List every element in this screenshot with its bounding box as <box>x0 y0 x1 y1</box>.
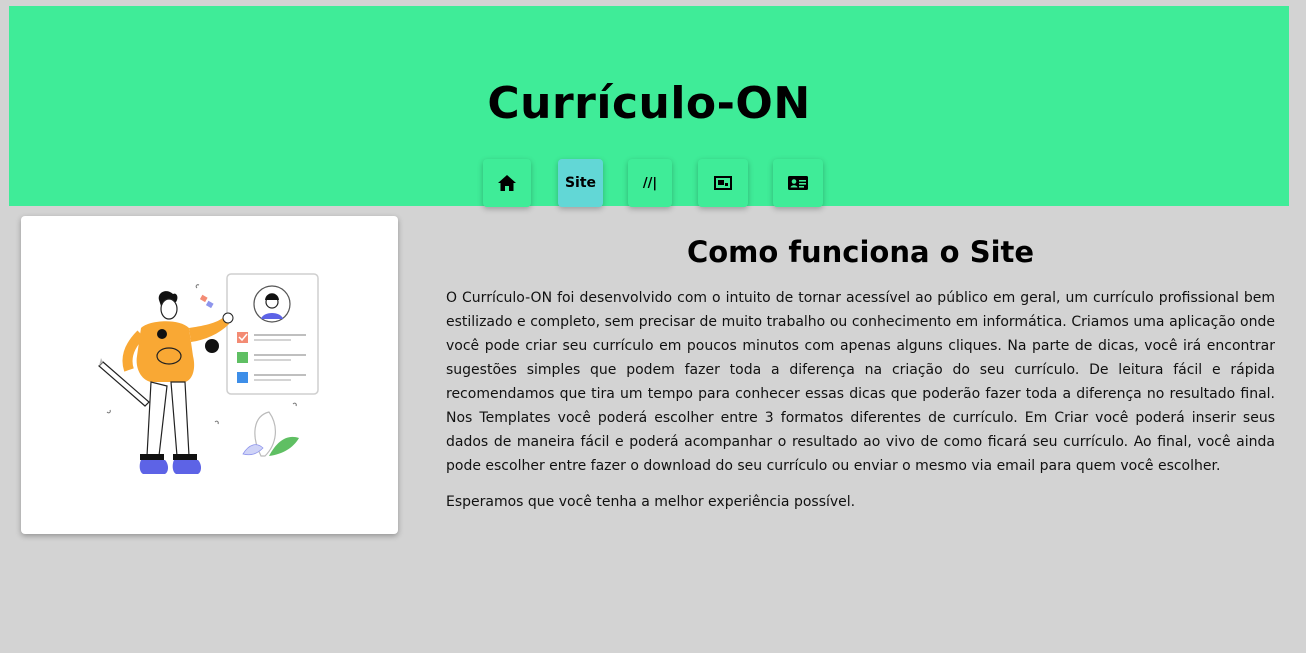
home-icon <box>498 175 516 191</box>
id-card-icon <box>788 176 808 190</box>
nav-site-button[interactable]: Site <box>558 159 603 207</box>
content-title: Como funciona o Site <box>686 235 1035 269</box>
nav-tips-button[interactable]: //| <box>628 159 672 207</box>
header: Currículo-ON Site //| <box>9 6 1289 207</box>
person-with-resume-illustration <box>98 273 319 474</box>
nav-home-button[interactable] <box>483 159 531 207</box>
content-section: Como funciona o Site O Currículo-ON foi … <box>446 230 1275 514</box>
nav-create-button[interactable] <box>773 159 823 207</box>
content-closing-paragraph: Esperamos que você tenha a melhor experi… <box>446 494 856 510</box>
content-paragraph: O Currículo-ON foi desenvolvido com o in… <box>446 290 1275 474</box>
template-icon <box>714 176 732 190</box>
nav-site-label: Site <box>564 175 597 191</box>
illustration-card <box>21 216 398 534</box>
nav-templates-button[interactable] <box>698 159 748 207</box>
site-title: Currículo-ON <box>487 78 811 129</box>
nav-bar: Site //| <box>9 159 1289 207</box>
nav-tips-label: //| <box>642 175 658 191</box>
